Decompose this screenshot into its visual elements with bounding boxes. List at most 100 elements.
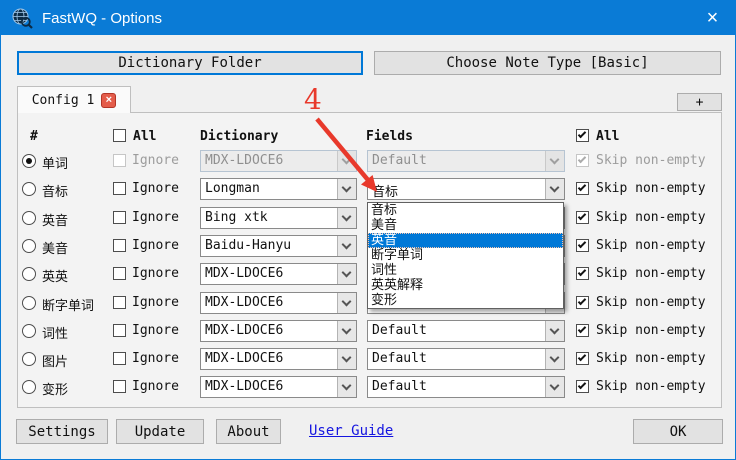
column-header-all-right: All (596, 129, 619, 147)
dictionary-value: MDX-LDOCE6 (205, 379, 334, 394)
options-dialog: FastWQ - Options × Dictionary Folder Cho… (0, 0, 736, 460)
check-icon (578, 183, 586, 191)
update-button[interactable]: Update (116, 419, 204, 444)
dropdown-arrow-button[interactable] (545, 349, 564, 369)
radio-button[interactable] (22, 324, 36, 338)
user-guide-link[interactable]: User Guide (309, 423, 393, 439)
dropdown-arrow-button[interactable] (337, 151, 356, 171)
dropdown-arrow-button[interactable] (545, 151, 564, 171)
tab-close-icon[interactable]: × (101, 93, 116, 108)
dropdown-arrow-button[interactable] (545, 321, 564, 341)
radio-button[interactable] (22, 296, 36, 310)
skip-non-empty-checkbox[interactable] (576, 352, 589, 365)
ignore-checkbox[interactable] (113, 352, 126, 365)
dropdown-arrow-button[interactable] (545, 377, 564, 397)
fields-value: Default (372, 379, 542, 394)
ignore-checkbox[interactable] (113, 380, 126, 393)
chevron-down-icon (342, 297, 352, 307)
skip-non-empty-label: Skip non-empty (596, 210, 706, 225)
dictionary-combobox[interactable]: Baidu-Hanyu (200, 235, 357, 257)
dropdown-arrow-button[interactable] (337, 208, 356, 228)
skip-non-empty-checkbox[interactable] (576, 296, 589, 309)
chevron-down-icon (550, 325, 560, 335)
ignore-checkbox[interactable] (113, 324, 126, 337)
fields-combobox[interactable]: 音标 (367, 178, 565, 200)
ignore-checkbox[interactable] (113, 182, 126, 195)
dictionary-folder-button[interactable]: Dictionary Folder (17, 51, 363, 75)
skip-non-empty-checkbox[interactable] (576, 211, 589, 224)
dropdown-list-item[interactable]: 英音 (368, 233, 563, 248)
add-tab-button[interactable]: + (677, 93, 722, 111)
skip-non-empty-checkbox[interactable] (576, 182, 589, 195)
dropdown-list-item[interactable]: 变形 (368, 293, 563, 308)
fields-combobox[interactable]: Default (367, 320, 565, 342)
choose-note-type-button[interactable]: Choose Note Type [Basic] (374, 51, 721, 75)
check-icon (578, 268, 586, 276)
dictionary-combobox[interactable]: MDX-LDOCE6 (200, 150, 357, 172)
dropdown-list-item[interactable]: 英英解释 (368, 278, 563, 293)
all-skip-checkbox[interactable] (576, 129, 589, 142)
radio-button[interactable] (22, 267, 36, 281)
radio-button[interactable] (22, 211, 36, 225)
ignore-checkbox[interactable] (113, 296, 126, 309)
radio-button[interactable] (22, 154, 36, 168)
dropdown-list-item[interactable]: 美音 (368, 218, 563, 233)
dictionary-combobox[interactable]: Longman (200, 178, 357, 200)
close-icon[interactable]: × (690, 1, 735, 35)
app-globe-icon (11, 7, 33, 29)
dropdown-list-item[interactable]: 词性 (368, 263, 563, 278)
ignore-label: Ignore (132, 181, 179, 196)
dropdown-list-item[interactable]: 断字单词 (368, 248, 563, 263)
radio-button[interactable] (22, 239, 36, 253)
dictionary-combobox[interactable]: MDX-LDOCE6 (200, 263, 357, 285)
about-button[interactable]: About (216, 419, 281, 444)
dictionary-value: MDX-LDOCE6 (205, 153, 334, 168)
skip-non-empty-label: Skip non-empty (596, 181, 706, 196)
check-icon (578, 240, 586, 248)
ok-button[interactable]: OK (633, 419, 723, 444)
dropdown-arrow-button[interactable] (337, 377, 356, 397)
dropdown-arrow-button[interactable] (337, 179, 356, 199)
column-header-hash: # (30, 129, 38, 147)
skip-non-empty-checkbox[interactable] (576, 154, 589, 167)
dictionary-combobox[interactable]: Bing xtk (200, 207, 357, 229)
skip-non-empty-label: Skip non-empty (596, 379, 706, 394)
row-label: 音标 (42, 181, 68, 200)
dropdown-arrow-button[interactable] (337, 236, 356, 256)
skip-non-empty-label: Skip non-empty (596, 153, 706, 168)
dictionary-value: Baidu-Hanyu (205, 238, 334, 253)
dictionary-combobox[interactable]: MDX-LDOCE6 (200, 376, 357, 398)
dropdown-arrow-button[interactable] (337, 264, 356, 284)
skip-non-empty-checkbox[interactable] (576, 324, 589, 337)
check-icon (578, 130, 586, 138)
dropdown-arrow-button[interactable] (545, 179, 564, 199)
table-row: 词性 Ignore MDX-LDOCE6 Default Skip non-em… (18, 317, 721, 345)
fields-combobox[interactable]: Default (367, 376, 565, 398)
dropdown-list-item[interactable]: 音标 (368, 203, 563, 218)
radio-dot-icon (26, 158, 32, 164)
ignore-checkbox[interactable] (113, 154, 126, 167)
skip-non-empty-checkbox[interactable] (576, 239, 589, 252)
fields-combobox[interactable]: Default (367, 150, 565, 172)
radio-button[interactable] (22, 182, 36, 196)
ignore-checkbox[interactable] (113, 267, 126, 280)
skip-non-empty-checkbox[interactable] (576, 380, 589, 393)
dropdown-arrow-button[interactable] (337, 321, 356, 341)
radio-button[interactable] (22, 352, 36, 366)
settings-button[interactable]: Settings (16, 419, 108, 444)
skip-non-empty-label: Skip non-empty (596, 351, 706, 366)
dictionary-combobox[interactable]: MDX-LDOCE6 (200, 348, 357, 370)
dropdown-arrow-button[interactable] (337, 349, 356, 369)
dictionary-combobox[interactable]: MDX-LDOCE6 (200, 320, 357, 342)
radio-button[interactable] (22, 380, 36, 394)
all-ignore-checkbox[interactable] (113, 129, 126, 142)
window-title: FastWQ - Options (42, 10, 162, 27)
skip-non-empty-checkbox[interactable] (576, 267, 589, 280)
fields-combobox[interactable]: Default (367, 348, 565, 370)
dictionary-combobox[interactable]: MDX-LDOCE6 (200, 292, 357, 314)
tab-config-1[interactable]: Config 1 × (17, 86, 131, 113)
ignore-checkbox[interactable] (113, 211, 126, 224)
table-row: 图片 Ignore MDX-LDOCE6 Default Skip non-em… (18, 345, 721, 373)
ignore-checkbox[interactable] (113, 239, 126, 252)
dropdown-arrow-button[interactable] (337, 293, 356, 313)
